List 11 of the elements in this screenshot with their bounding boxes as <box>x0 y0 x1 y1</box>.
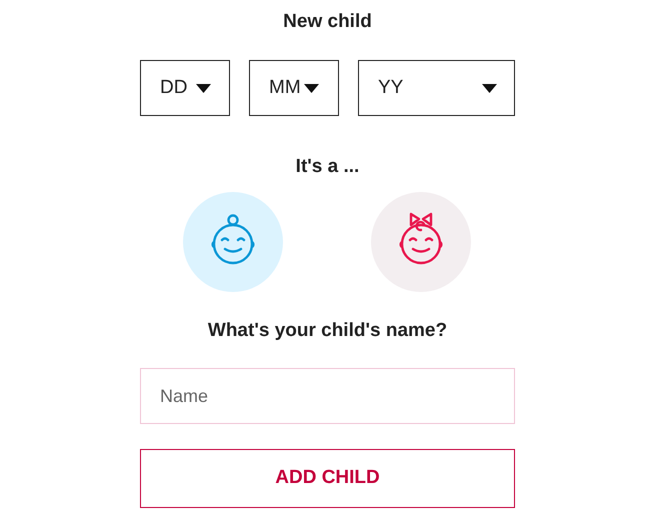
add-child-button[interactable]: ADD CHILD <box>140 449 515 508</box>
date-select[interactable]: MM <box>249 60 339 116</box>
caret-icon <box>196 84 212 92</box>
form-title: New child <box>282 10 373 34</box>
gender-prompt: It's a ... <box>294 155 360 179</box>
name-prompt: What's your child's name? <box>206 319 448 343</box>
caret-icon <box>304 84 319 92</box>
date-select[interactable]: DD <box>140 60 230 116</box>
name-field[interactable]: Name <box>140 368 515 424</box>
date-select[interactable]: YY <box>358 60 515 116</box>
caret-icon <box>482 84 497 92</box>
